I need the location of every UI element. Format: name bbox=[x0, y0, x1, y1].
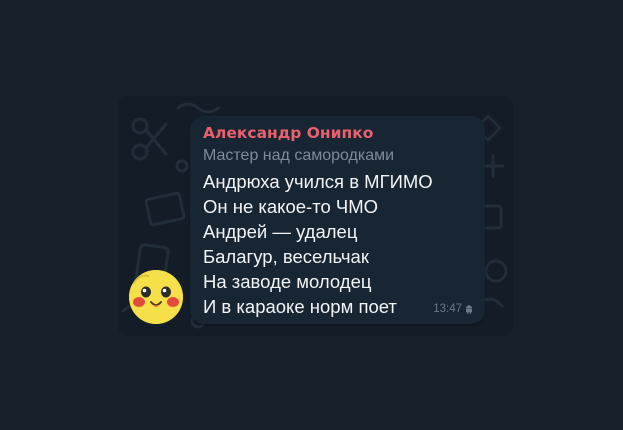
message-line: На заводе молодец bbox=[203, 271, 372, 292]
message-line: И в караоке норм поет bbox=[203, 296, 397, 317]
message-line: Андрюха учился в МГИМО bbox=[203, 171, 433, 192]
chat-screenshot: Александр Онипко Мастер над самородками … bbox=[0, 0, 623, 430]
message-bubble[interactable]: Александр Онипко Мастер над самородками … bbox=[190, 116, 485, 324]
android-icon bbox=[466, 304, 472, 314]
message-meta: 13:47 bbox=[433, 303, 473, 315]
message-line: Он не какое-то ЧМО bbox=[203, 196, 379, 217]
sender-title: Мастер над самородками bbox=[203, 147, 395, 164]
sender-avatar[interactable] bbox=[129, 270, 183, 324]
message-line: Балагур, весельчак bbox=[203, 246, 369, 267]
message-line: Андрей — удалец bbox=[203, 221, 358, 242]
pikachu-avatar-icon bbox=[129, 270, 183, 324]
message-time: 13:47 bbox=[433, 303, 462, 315]
sender-name[interactable]: Александр Онипко bbox=[203, 124, 373, 142]
